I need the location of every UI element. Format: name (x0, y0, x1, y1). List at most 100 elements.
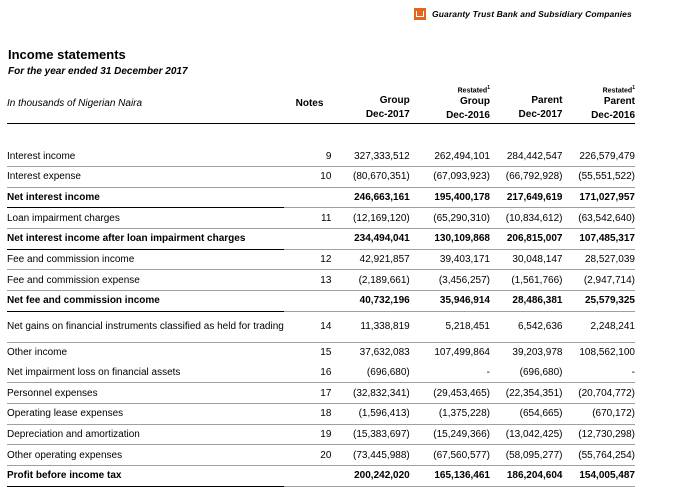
table-row: Depreciation and amortization 19 (15,383,6… (7, 424, 635, 446)
row-value: 217,649,619 (489, 187, 563, 209)
row-label: Net interest income (7, 187, 284, 209)
row-label: Net fee and commission income (7, 290, 284, 312)
row-value: 25,579,325 (562, 290, 635, 312)
restated-tag (490, 85, 562, 94)
row-value: (1,375,228) (409, 403, 490, 425)
row-note (283, 290, 332, 312)
table-header-row: In thousands of Nigerian Naira Notes Gro… (7, 84, 635, 125)
row-value: (670,172) (562, 403, 635, 425)
row-label: Loan impairment charges (7, 207, 284, 230)
row-value: 165,136,461 (409, 465, 490, 487)
row-value: 30,048,147 (489, 249, 563, 271)
row-value: 28,486,381 (489, 290, 563, 312)
row-value: 2,248,241 (562, 311, 635, 343)
table-row: Profit before income tax 200,242,020 165,1… (7, 465, 635, 487)
row-value: 28,527,039 (562, 249, 635, 271)
row-value: (12,730,298) (562, 424, 635, 446)
row-value: (67,560,577) (409, 444, 490, 466)
row-value: (1,596,413) (331, 403, 410, 425)
row-value: (15,249,366) (409, 424, 490, 446)
row-label: Net gains on financial instruments class… (7, 311, 284, 343)
row-value: 186,204,604 (489, 465, 563, 487)
row-value: 5,218,451 (409, 311, 490, 343)
row-value: 6,542,636 (489, 311, 563, 343)
row-value: 200,242,020 (331, 465, 410, 487)
restated-tag (331, 85, 409, 94)
row-value: 284,442,547 (489, 146, 563, 168)
table-row: Loan impairment charges 11 (12,169,120) (65… (7, 207, 635, 230)
row-value: 42,921,857 (331, 249, 410, 271)
row-label: Interest expense (7, 166, 284, 188)
row-value: 39,203,978 (512, 347, 563, 359)
header-spacer (7, 124, 635, 147)
row-value: 226,579,479 (562, 146, 635, 168)
row-value: 246,663,161 (331, 187, 410, 209)
row-value: (67,093,923) (409, 166, 490, 188)
row-value: (1,561,766) (489, 269, 563, 292)
row-value: - (409, 362, 490, 384)
bank-logo-icon (414, 8, 426, 20)
row-note (283, 187, 332, 209)
table-row: Net impairment loss on financial assets 1… (7, 362, 635, 384)
row-value: (22,354,351) (489, 382, 563, 404)
row-label: Other operating expenses (7, 444, 284, 466)
row-value: 11,338,819 (331, 311, 410, 343)
row-value: (13,042,425) (489, 424, 563, 446)
row-value: 39,403,171 (409, 249, 490, 271)
row-value: 171,027,957 (562, 187, 635, 209)
row-note: 20 (283, 444, 332, 466)
row-label: Depreciation and amortization (7, 424, 284, 446)
restated-tag: Restated1 (457, 85, 490, 95)
row-value: (10,834,612) (489, 207, 563, 230)
page-subtitle: For the year ended 31 December 2017 (8, 66, 188, 77)
row-value: (29,453,465) (409, 382, 490, 404)
row-note: 17 (283, 382, 332, 404)
row-value: (3,456,257) (409, 269, 490, 292)
row-label: Fee and commission expense (7, 269, 284, 292)
table-row: Net interest income 246,663,161 195,400,17… (7, 187, 635, 209)
row-note: 18 (283, 403, 332, 425)
col-header-group-2017: Group Dec-2017 (331, 84, 410, 125)
row-label: Personnel expenses (7, 382, 284, 404)
table-row: Interest income 9 327,333,512 262,494,101 28… (7, 146, 635, 168)
row-value: 154,005,487 (562, 465, 635, 487)
row-label: Other income (7, 347, 68, 359)
table-row: Other income 15 37,632,083 107,499,864 39,20… (7, 342, 635, 362)
table-row: Fee and commission income 12 42,921,857 39,… (7, 249, 635, 271)
income-statement-table: In thousands of Nigerian Naira Notes Gro… (7, 84, 635, 487)
row-value: - (562, 362, 635, 384)
row-note: 11 (283, 207, 332, 230)
row-value: 35,946,914 (409, 290, 490, 312)
row-label: Operating lease expenses (7, 403, 284, 425)
row-note: 13 (283, 269, 332, 292)
units-label: In thousands of Nigerian Naira (7, 84, 284, 125)
row-value: (2,189,661) (331, 269, 410, 292)
row-label: Interest income (7, 146, 284, 168)
row-value: 195,400,178 (409, 187, 490, 209)
row-value: (15,383,697) (331, 424, 410, 446)
row-value: (58,095,277) (489, 444, 563, 466)
row-value: 107,485,317 (562, 228, 635, 250)
row-value: (20,704,772) (562, 382, 635, 404)
row-value: (2,947,714) (562, 269, 635, 292)
row-note: 10 (283, 166, 332, 188)
row-value: (66,792,928) (489, 166, 563, 188)
row-label: Net impairment loss on financial assets (7, 362, 284, 384)
row-value: (63,542,640) (562, 207, 635, 230)
col-header-parent-2016: Restated1 Parent Dec-2016 (562, 84, 635, 125)
row-note: 14 (283, 311, 332, 343)
table-row: Net fee and commission income 40,732,196 3… (7, 290, 635, 312)
row-note (283, 465, 332, 487)
row-value: (12,169,120) (331, 207, 410, 230)
row-note: 16 (283, 362, 332, 384)
row-value: (32,832,341) (331, 382, 410, 404)
row-value: 130,109,868 (409, 228, 490, 250)
table-row: Other operating expenses 20 (73,445,988) (6… (7, 444, 635, 466)
row-value: 234,494,041 (331, 228, 410, 250)
notes-header: Notes (283, 84, 332, 125)
table-row: Personnel expenses 17 (32,832,341) (29,453,… (7, 382, 635, 404)
table-row: Net gains on financial instruments class… (7, 311, 635, 343)
row-note: 15 (320, 347, 332, 359)
row-label: Profit before income tax (7, 465, 284, 487)
restated-tag: Restated1 (602, 85, 635, 95)
